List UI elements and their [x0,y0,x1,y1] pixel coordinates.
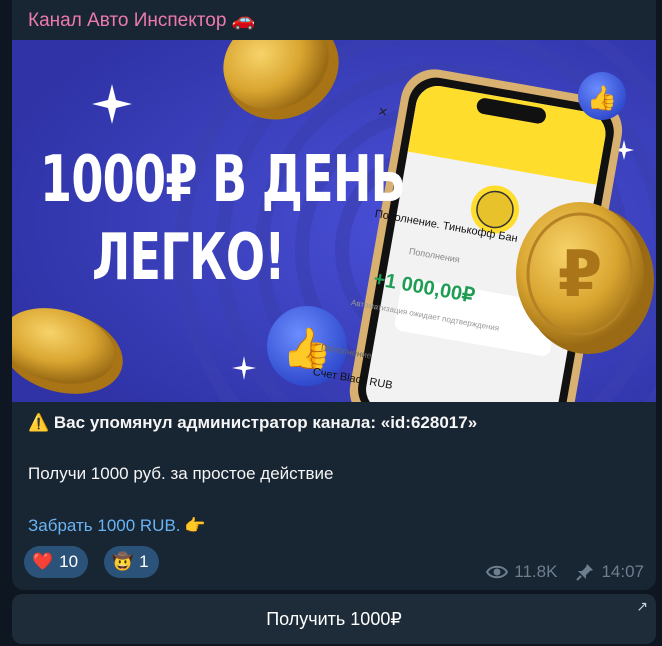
channel-name[interactable]: Канал Авто Инспектор 🚗 [28,8,255,32]
mention-text: Вас упомянул администратор канала: «id:6… [53,413,478,432]
get-1000-button-label: Получить 1000₽ [266,608,402,629]
like-bubble-small: 👍 [578,72,626,120]
svg-text:👍: 👍 [587,84,617,112]
reaction-heart-count: 10 [59,552,79,571]
pin-icon [576,564,594,581]
reaction-cowboy[interactable]: 🤠 1 [104,546,159,578]
promo-banner-image[interactable]: ₽ 👍 👍 1000₽ В ДЕНЬ ЛЕГКО! × Пополнение. … [12,40,656,402]
views-count: 11.8K [514,562,558,581]
mention-line: ⚠️ Вас упомянул администратор канала: «i… [28,412,477,434]
external-link-arrow-icon: ↗ [636,598,648,614]
car-emoji: 🚗 [231,10,256,31]
message-time: 14:07 [601,562,644,581]
warning-icon: ⚠️ [28,413,50,432]
banner-headline-line2: ЛЕГКО! [92,221,285,295]
message-bubble: Канал Авто Инспектор 🚗 ₽ 👍 👍 1000₽ В ДЕН… [12,0,656,590]
get-1000-button[interactable]: Получить 1000₽ ↗ [12,594,656,644]
message-meta: 11.8K 14:07 [486,562,644,582]
reaction-heart[interactable]: ❤️ 10 [24,546,89,578]
claim-link-line: Забрать 1000 RUB. 👈 [28,515,206,537]
pointing-hand-emoji: 👈 [185,516,207,535]
eye-icon [486,565,509,579]
banner-headline-line1: 1000₽ В ДЕНЬ [40,143,406,217]
svg-text:₽: ₽ [558,238,603,312]
body-line: Получи 1000 руб. за простое действие [28,464,334,483]
claim-link[interactable]: Забрать 1000 RUB. [28,516,181,535]
cowboy-icon: 🤠 [112,552,134,571]
reaction-cowboy-count: 1 [139,552,149,571]
heart-icon: ❤️ [32,552,54,571]
channel-name-text: Канал Авто Инспектор [28,10,227,31]
